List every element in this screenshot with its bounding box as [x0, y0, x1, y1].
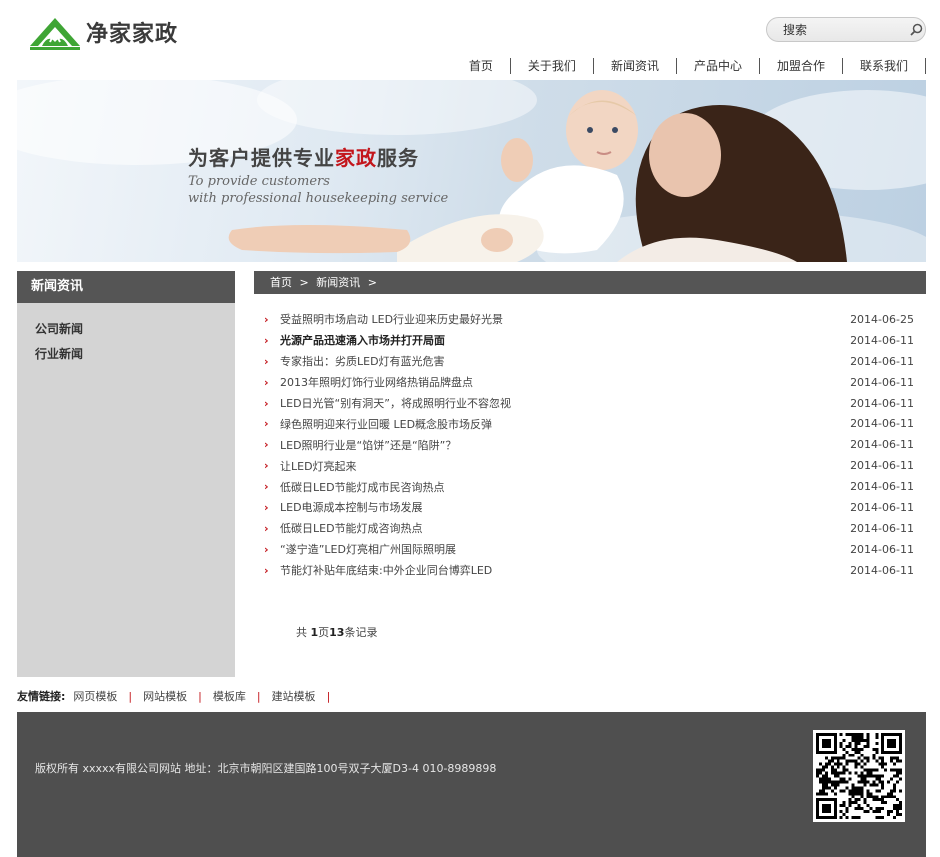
logo-text: 净家家政: [86, 22, 179, 47]
news-row: › 2013年照明灯饰行业网络热销品牌盘点 2014-06-11: [264, 372, 914, 393]
news-arrow-icon: ›: [264, 312, 269, 326]
news-date: 2014-06-11: [850, 354, 914, 368]
news-row: › 光源产品迅速涌入市场并打开局面 2014-06-11: [264, 330, 914, 351]
news-row: › LED电源成本控制与市场发展 2014-06-11: [264, 497, 914, 518]
news-title-link[interactable]: 低碳日LED节能灯成咨询热点: [280, 520, 834, 536]
news-date: 2014-06-11: [850, 521, 914, 535]
breadcrumb-current[interactable]: 新闻资讯: [316, 276, 360, 289]
news-arrow-icon: ›: [264, 542, 269, 556]
site-footer: 版权所有 xxxxx有限公司网站 地址：北京市朝阳区建国路100号双子大厦D3-…: [17, 712, 926, 857]
news-arrow-icon: ›: [264, 480, 269, 494]
news-arrow-icon: ›: [264, 333, 269, 347]
pagination-summary: 共 1页13条记录: [296, 626, 378, 639]
banner-subtitle-line: with professional housekeeping service: [188, 191, 449, 206]
news-arrow-icon: ›: [264, 375, 269, 389]
news-date: 2014-06-25: [850, 312, 914, 326]
nav-news[interactable]: 新闻资讯: [594, 57, 676, 75]
friend-link[interactable]: 建站模板: [272, 688, 316, 704]
news-row: › 绿色照明迎来行业回暖 LED概念股市场反弹 2014-06-11: [264, 413, 914, 434]
news-row: › LED照明行业是“馅饼”还是“陷阱”？ 2014-06-11: [264, 434, 914, 455]
news-title-link[interactable]: LED电源成本控制与市场发展: [280, 499, 834, 515]
news-arrow-icon: ›: [264, 438, 269, 452]
friend-link-separator: |: [198, 689, 202, 703]
news-title-link[interactable]: LED照明行业是“馅饼”还是“陷阱”？: [280, 437, 834, 453]
nav-home[interactable]: 首页: [452, 57, 510, 75]
news-row: › “遂宁造”LED灯亮相广州国际照明展 2014-06-11: [264, 539, 914, 560]
news-row: › 专家指出：劣质LED灯有蓝光危害 2014-06-11: [264, 351, 914, 372]
friendly-links-label: 友情链接:: [17, 690, 66, 703]
search-box: [766, 17, 926, 42]
news-row: › 节能灯补贴年底结束:中外企业同台博弈LED 2014-06-11: [264, 560, 914, 581]
banner-photo-illustration: [17, 80, 926, 262]
news-row: › 低碳日LED节能灯成市民咨询热点 2014-06-11: [264, 476, 914, 497]
news-arrow-icon: ›: [264, 354, 269, 368]
news-date: 2014-06-11: [850, 333, 914, 347]
news-title-link[interactable]: LED日光管“别有洞天”，将成照明行业不容忽视: [280, 395, 834, 411]
news-date: 2014-06-11: [850, 417, 914, 431]
search-icon[interactable]: [908, 21, 925, 39]
friend-link-separator: |: [128, 689, 133, 703]
news-title-link[interactable]: “遂宁造”LED灯亮相广州国际照明展: [280, 541, 834, 557]
news-title-link[interactable]: 光源产品迅速涌入市场并打开局面: [280, 332, 834, 348]
breadcrumb: 首页 > 新闻资讯 >: [254, 271, 926, 294]
news-row: › 受益照明市场启动 LED行业迎来历史最好光景 2014-06-25: [264, 309, 914, 330]
news-date: 2014-06-11: [850, 459, 914, 473]
friend-link[interactable]: 模板库: [213, 688, 246, 704]
nav-products[interactable]: 产品中心: [677, 57, 759, 75]
news-title-link[interactable]: 低碳日LED节能灯成市民咨询热点: [280, 479, 834, 495]
news-title-link[interactable]: 节能灯补贴年底结束:中外企业同台博弈LED: [280, 562, 834, 578]
news-row: › 让LED灯亮起来 2014-06-11: [264, 455, 914, 476]
site-logo[interactable]: 净家家政: [28, 12, 178, 52]
nav-about[interactable]: 关于我们: [511, 57, 593, 75]
sidebar-item-industry-news[interactable]: 行业新闻: [17, 342, 235, 367]
news-row: › 低碳日LED节能灯成咨询热点 2014-06-11: [264, 518, 914, 539]
news-title-link[interactable]: 让LED灯亮起来: [280, 458, 834, 474]
nav-franchise[interactable]: 加盟合作: [760, 57, 842, 75]
search-input[interactable]: [783, 18, 908, 41]
banner-title: 为客户提供专业家政服务: [188, 146, 419, 170]
news-title-link[interactable]: 2013年照明灯饰行业网络热销品牌盘点: [280, 374, 834, 390]
news-title-link[interactable]: 绿色照明迎来行业回暖 LED概念股市场反弹: [280, 416, 834, 432]
news-date: 2014-06-11: [850, 375, 914, 389]
news-arrow-icon: ›: [264, 500, 269, 514]
left-sidebar: 新闻资讯 公司新闻 行业新闻: [17, 271, 235, 677]
news-date: 2014-06-11: [850, 396, 914, 410]
news-list: › 受益照明市场启动 LED行业迎来历史最好光景 2014-06-25 › 光源产品迅速…: [264, 309, 914, 581]
news-arrow-icon: ›: [264, 521, 269, 535]
news-date: 2014-06-11: [850, 500, 914, 514]
qr-code-icon: [813, 730, 905, 822]
news-arrow-icon: ›: [264, 417, 269, 431]
news-title-link[interactable]: 受益照明市场启动 LED行业迎来历史最好光景: [280, 311, 834, 327]
record-count: 13: [329, 626, 345, 639]
copyright-text: 版权所有 xxxxx有限公司网站 地址：北京市朝阳区建国路100号双子大厦D3-…: [35, 762, 497, 775]
friend-link[interactable]: 网站模板: [143, 688, 187, 704]
main-nav: 首页 关于我们 新闻资讯 产品中心 加盟合作 联系我们: [452, 57, 926, 75]
banner-subtitle: To provide customers with professional h…: [188, 173, 448, 207]
news-arrow-icon: ›: [264, 396, 269, 410]
news-arrow-icon: ›: [264, 459, 269, 473]
sidebar-item-company-news[interactable]: 公司新闻: [17, 317, 235, 342]
friend-link[interactable]: 网页模板: [73, 688, 117, 704]
breadcrumb-home[interactable]: 首页: [270, 276, 292, 289]
banner-subtitle-line: To provide customers: [188, 174, 330, 189]
news-date: 2014-06-11: [850, 542, 914, 556]
news-date: 2014-06-11: [850, 438, 914, 452]
house-leaf-logo-icon: [30, 18, 80, 50]
friend-link-separator: |: [256, 689, 261, 703]
nav-contact[interactable]: 联系我们: [843, 57, 925, 75]
nav-divider: [925, 58, 926, 74]
friend-link-separator: |: [326, 689, 331, 703]
sidebar-menu: 公司新闻 行业新闻: [17, 303, 235, 367]
news-date: 2014-06-11: [850, 563, 914, 577]
page-count: 1: [310, 626, 319, 639]
news-date: 2014-06-11: [850, 480, 914, 494]
news-arrow-icon: ›: [264, 563, 269, 577]
breadcrumb-separator: >: [367, 276, 377, 289]
breadcrumb-separator: >: [299, 276, 309, 289]
news-title-link[interactable]: 专家指出：劣质LED灯有蓝光危害: [280, 353, 834, 369]
news-row: › LED日光管“别有洞天”，将成照明行业不容忽视 2014-06-11: [264, 393, 914, 414]
friendly-links: 友情链接: 网页模板 | 网站模板 | 模板库 | 建站模板 |: [17, 688, 341, 704]
sidebar-title: 新闻资讯: [17, 271, 235, 303]
hero-banner: 为客户提供专业家政服务 To provide customers with pr…: [17, 80, 926, 262]
